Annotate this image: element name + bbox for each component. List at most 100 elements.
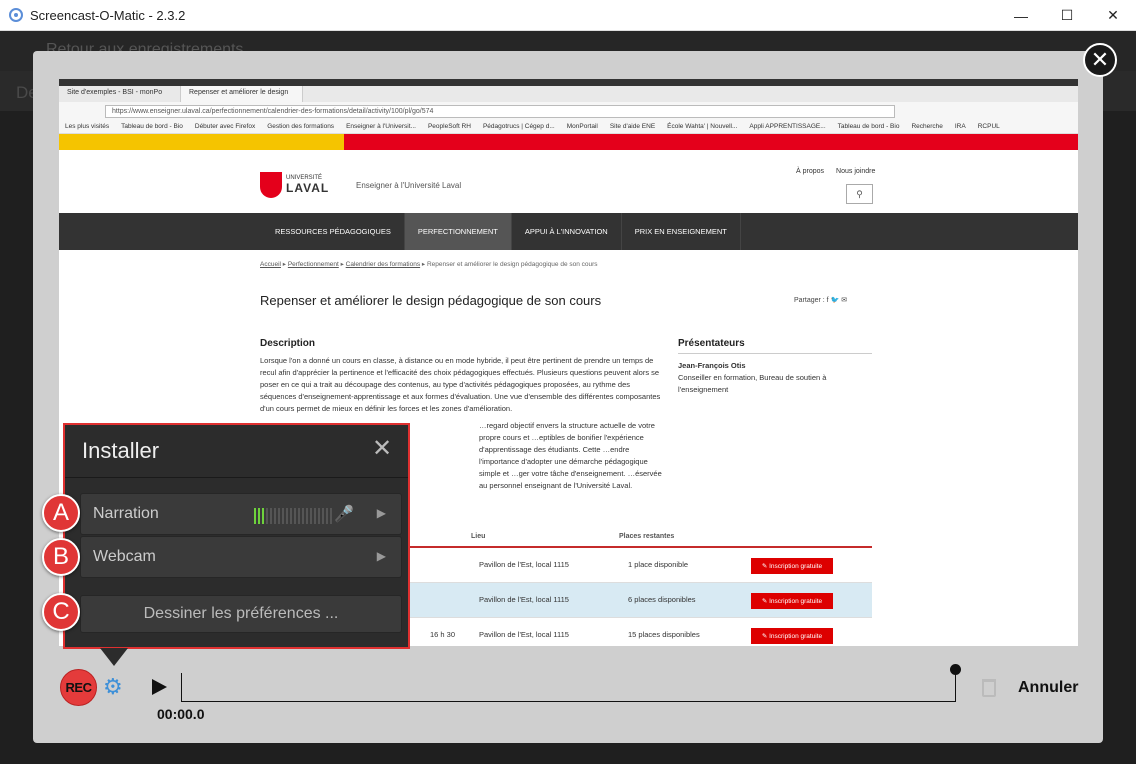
gear-icon[interactable]: ⚙ — [103, 675, 123, 699]
bookmark[interactable]: PeopleSoft RH — [428, 123, 471, 130]
bookmark[interactable]: Appli APPRENTISSAGE... — [749, 123, 825, 130]
site-subbrand: Enseigner à l'Université Laval — [356, 181, 462, 190]
bookmark[interactable]: Les plus visités — [65, 123, 109, 130]
time-readout: 00:00.0 — [157, 706, 205, 722]
meter-bar — [318, 508, 320, 524]
col-header: Lieu — [471, 533, 486, 540]
meter-bar — [266, 508, 268, 524]
logo-big-text: LAVAL — [286, 181, 330, 195]
popup-pointer — [100, 648, 128, 666]
meter-bar — [270, 508, 272, 524]
installer-popup: Installer ✕ Narration 🎤 ▶ Webcam ▶ Dessi… — [63, 423, 410, 649]
presenter-info: Jean-François Otis Conseiller en formati… — [678, 360, 872, 396]
cell-spots: 6 places disponibles — [628, 595, 696, 604]
breadcrumb-link[interactable]: Perfectionnement — [288, 261, 339, 268]
trash-icon[interactable] — [982, 679, 996, 697]
bookmark[interactable]: Site d'aide ENE — [610, 123, 655, 130]
bookmark[interactable]: Recherche — [911, 123, 942, 130]
shield-icon — [260, 172, 282, 198]
cell-place: Pavillon de l'Est, local 1115 — [479, 595, 569, 604]
meter-bar — [326, 508, 328, 524]
window-titlebar: Screencast-O-Matic - 2.3.2 — ☐ ✕ — [0, 0, 1136, 31]
breadcrumb-link[interactable]: Accueil — [260, 261, 281, 268]
audio-level-meter — [254, 508, 332, 524]
bookmarks-bar: Les plus visités Tableau de bord - Bio D… — [59, 120, 1078, 134]
narration-option[interactable]: Narration 🎤 ▶ — [80, 493, 402, 535]
meter-bar — [274, 508, 276, 524]
description-text: Lorsque l'on a donné un cours en classe,… — [260, 356, 661, 413]
register-button[interactable]: ✎ Inscription gratuite — [751, 628, 833, 644]
meter-bar — [330, 508, 332, 524]
play-icon[interactable] — [152, 679, 167, 695]
presenters-heading: Présentateurs — [678, 338, 872, 354]
maximize-button[interactable]: ☐ — [1044, 0, 1090, 31]
bookmark[interactable]: Pédagotrucs | Cégep d... — [483, 123, 555, 130]
url-bar[interactable]: https://www.enseigner.ulaval.ca/perfecti… — [105, 104, 895, 118]
meter-bar — [310, 508, 312, 524]
nav-item[interactable]: APPUI À L'INNOVATION — [512, 213, 622, 250]
bookmark[interactable]: IRA — [955, 123, 966, 130]
divider — [65, 477, 408, 478]
close-window-button[interactable]: ✕ — [1090, 0, 1136, 31]
draw-preferences-button[interactable]: Dessiner les préférences ... — [80, 595, 402, 633]
bookmark[interactable]: MonPortail — [567, 123, 598, 130]
cancel-button[interactable]: Annuler — [1018, 679, 1078, 697]
bookmark[interactable]: Tableau de bord - Bio — [838, 123, 900, 130]
bookmark[interactable]: École Wahta' | Nouvell... — [667, 123, 737, 130]
window-title: Screencast-O-Matic - 2.3.2 — [30, 7, 186, 23]
browser-tabs: Site d'exemples - BSI - monPo Repenser e… — [59, 86, 1078, 102]
presenter-role: Conseiller en formation, Bureau de souti… — [678, 373, 827, 394]
bookmark[interactable]: Enseigner à l'Universit... — [346, 123, 416, 130]
contact-link[interactable]: Nous joindre — [836, 168, 875, 175]
breadcrumb-link[interactable]: Calendrier des formations — [346, 261, 420, 268]
cell-place: Pavillon de l'Est, local 1115 — [479, 560, 569, 569]
callout-badge-a: A — [42, 494, 80, 532]
meter-bar — [298, 508, 300, 524]
close-recorder-button[interactable]: ✕ — [1083, 43, 1117, 77]
nav-item[interactable]: PRIX EN ENSEIGNEMENT — [622, 213, 741, 250]
meter-bar — [278, 508, 280, 524]
cell-time: 16 h 30 — [430, 630, 456, 639]
meter-bar — [254, 508, 256, 524]
timeline-end-handle[interactable] — [950, 664, 961, 675]
bookmark[interactable]: Tableau de bord - Bio — [121, 123, 183, 130]
meter-bar — [294, 508, 296, 524]
timeline-track[interactable] — [181, 701, 955, 702]
installer-close-icon[interactable]: ✕ — [372, 437, 392, 461]
share-links[interactable]: Partager : f 🐦 ✉ — [794, 296, 847, 304]
nav-item[interactable]: RESSOURCES PÉDAGOGIQUES — [262, 213, 405, 250]
meter-bar — [262, 508, 264, 524]
bookmark[interactable]: RCPUL — [978, 123, 1000, 130]
meter-bar — [286, 508, 288, 524]
callout-badge-b: B — [42, 538, 80, 576]
meter-bar — [290, 508, 292, 524]
register-button[interactable]: ✎ Inscription gratuite — [751, 593, 833, 609]
nav-item-active[interactable]: PERFECTIONNEMENT — [404, 213, 512, 250]
timeline-start-marker — [181, 673, 182, 702]
university-logo[interactable]: UNIVERSITÉ LAVAL — [260, 172, 329, 198]
search-icon[interactable]: ⚲ — [846, 184, 873, 204]
browser-tab-active[interactable]: Repenser et améliorer le design — [181, 86, 303, 102]
cell-spots: 1 place disponible — [628, 560, 689, 569]
chevron-right-icon[interactable]: ▶ — [377, 549, 386, 563]
minimize-button[interactable]: — — [998, 0, 1044, 31]
bookmark[interactable]: Gestion des formations — [267, 123, 334, 130]
webcam-option[interactable]: Webcam ▶ — [80, 536, 402, 578]
site-color-bar — [59, 134, 1078, 150]
site-navbar: RESSOURCES PÉDAGOGIQUES PERFECTIONNEMENT… — [59, 213, 1078, 250]
browser-tab[interactable]: Site d'exemples - BSI - monPo — [59, 86, 181, 102]
narration-label: Narration — [93, 505, 159, 522]
bookmark[interactable]: Débuter avec Firefox — [195, 123, 255, 130]
installer-title: Installer — [82, 438, 160, 463]
cell-place: Pavillon de l'Est, local 1115 — [479, 630, 569, 639]
register-button[interactable]: ✎ Inscription gratuite — [751, 558, 833, 574]
chevron-right-icon[interactable]: ▶ — [377, 506, 386, 520]
cell-spots: 15 places disponibles — [628, 630, 700, 639]
app-icon — [9, 8, 23, 22]
about-link[interactable]: À propos — [796, 168, 824, 175]
breadcrumb: Accueil ▸ Perfectionnement ▸ Calendrier … — [260, 261, 598, 268]
record-button[interactable]: REC — [60, 669, 97, 706]
description-text-continued: …regard objectif envers la structure act… — [479, 421, 662, 490]
microphone-icon[interactable]: 🎤 — [334, 504, 354, 524]
callout-badge-c: C — [42, 593, 80, 631]
